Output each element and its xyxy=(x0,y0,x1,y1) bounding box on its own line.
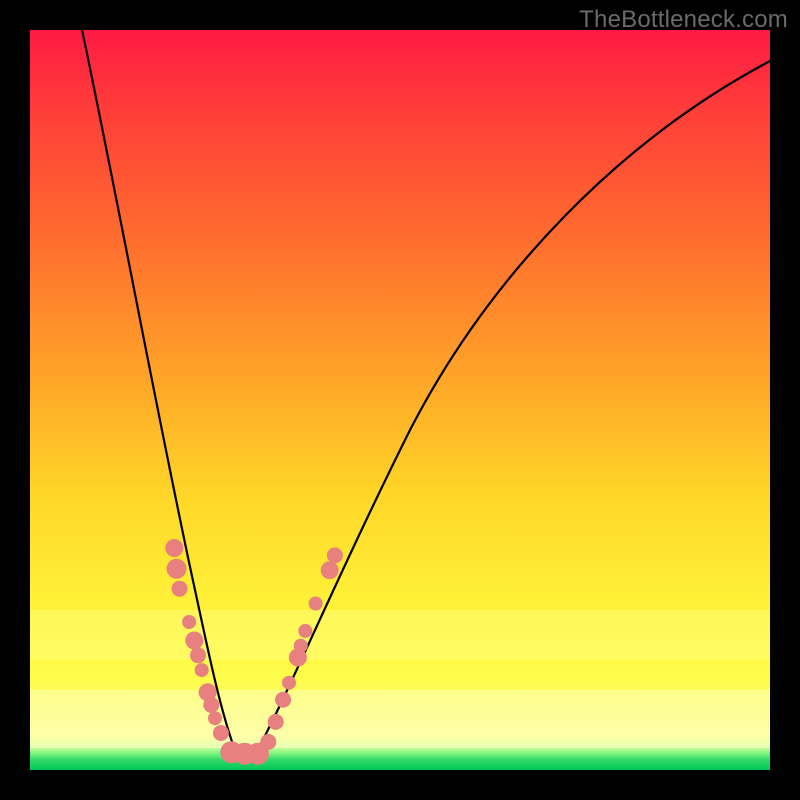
data-point xyxy=(167,559,187,579)
data-point xyxy=(182,615,196,629)
data-point xyxy=(165,539,183,557)
curve-layer xyxy=(30,30,770,770)
branding-watermark: TheBottleneck.com xyxy=(579,6,788,34)
branding-text: TheBottleneck.com xyxy=(579,6,788,33)
data-point xyxy=(260,734,276,750)
data-point xyxy=(172,581,188,597)
data-point xyxy=(309,597,323,611)
data-point xyxy=(321,561,339,579)
data-point xyxy=(208,711,222,725)
data-point xyxy=(268,714,284,730)
data-point xyxy=(327,547,343,563)
plot-area xyxy=(30,30,770,770)
data-point xyxy=(298,624,312,638)
data-point xyxy=(294,639,308,653)
data-point xyxy=(275,692,291,708)
data-point xyxy=(190,647,206,663)
data-point xyxy=(282,676,296,690)
data-point xyxy=(195,663,209,677)
data-point xyxy=(213,725,229,741)
data-point xyxy=(203,697,219,713)
chart-frame: TheBottleneck.com xyxy=(0,0,800,800)
bottleneck-curve xyxy=(80,30,770,761)
data-point xyxy=(185,632,203,650)
